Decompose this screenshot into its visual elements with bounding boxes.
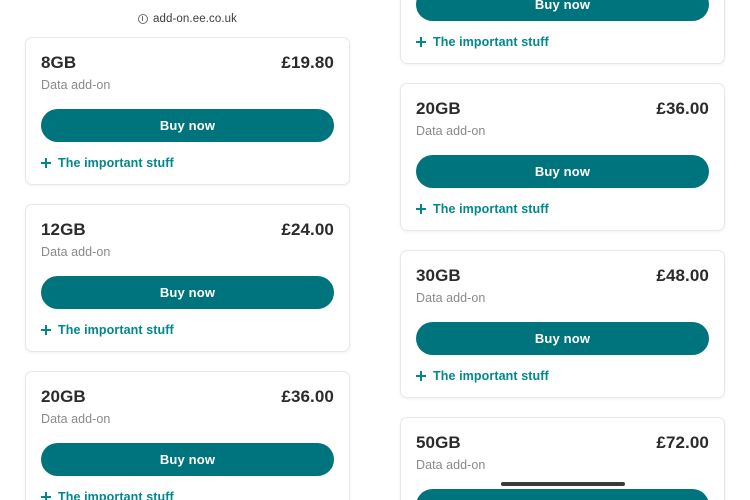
page-content-left: 8GB £19.80 Data add-on Buy now The impor… bbox=[0, 37, 375, 500]
buy-now-button[interactable]: Buy now bbox=[416, 489, 709, 500]
card-subtitle: Data add-on bbox=[41, 78, 111, 92]
buy-now-button[interactable]: Buy now bbox=[41, 109, 334, 142]
important-stuff-toggle[interactable]: The important stuff bbox=[41, 323, 334, 337]
important-stuff-label: The important stuff bbox=[433, 35, 549, 49]
addon-card-partial[interactable]: Data add-on Buy now The important stuff bbox=[400, 0, 725, 64]
plus-icon bbox=[41, 492, 51, 500]
important-stuff-label: The important stuff bbox=[433, 202, 549, 216]
addon-card[interactable]: 20GB £36.00 Data add-on Buy now The impo… bbox=[25, 371, 350, 500]
important-stuff-toggle[interactable]: The important stuff bbox=[416, 35, 709, 49]
card-subtitle: Data add-on bbox=[416, 458, 486, 472]
addon-card[interactable]: 8GB £19.80 Data add-on Buy now The impor… bbox=[25, 37, 350, 185]
home-indicator bbox=[500, 481, 625, 486]
browser-viewport-right: Data add-on Buy now The important stuff … bbox=[375, 0, 750, 500]
plus-icon bbox=[416, 37, 426, 47]
plus-icon bbox=[41, 158, 51, 168]
buy-now-button[interactable]: Buy now bbox=[416, 322, 709, 355]
browser-viewport-left: add-on.ee.co.uk 8GB £19.80 Data add-on B… bbox=[0, 0, 375, 500]
card-subtitle: Data add-on bbox=[41, 245, 111, 259]
buy-now-button[interactable]: Buy now bbox=[416, 0, 709, 21]
important-stuff-label: The important stuff bbox=[58, 156, 174, 170]
url-text: add-on.ee.co.uk bbox=[153, 12, 237, 25]
card-header: 12GB £24.00 bbox=[41, 220, 334, 240]
plus-icon bbox=[416, 204, 426, 214]
addon-card[interactable]: 20GB £36.00 Data add-on Buy now The impo… bbox=[400, 83, 725, 231]
card-data-size: 30GB bbox=[416, 266, 461, 285]
card-data-size: 20GB bbox=[416, 99, 461, 118]
card-data-size: 50GB bbox=[416, 433, 461, 452]
addon-card[interactable]: 30GB £48.00 Data add-on Buy now The impo… bbox=[400, 250, 725, 398]
screenshot-root: add-on.ee.co.uk 8GB £19.80 Data add-on B… bbox=[0, 0, 750, 500]
page-content-right: Data add-on Buy now The important stuff … bbox=[375, 0, 750, 500]
card-price: £36.00 bbox=[281, 387, 334, 406]
important-stuff-toggle[interactable]: The important stuff bbox=[416, 202, 709, 216]
info-circle-icon bbox=[138, 13, 148, 24]
card-price: £19.80 bbox=[281, 53, 334, 72]
important-stuff-toggle[interactable]: The important stuff bbox=[41, 490, 334, 500]
important-stuff-label: The important stuff bbox=[58, 490, 174, 500]
card-header: 50GB £72.00 bbox=[416, 433, 709, 453]
important-stuff-toggle[interactable]: The important stuff bbox=[41, 156, 334, 170]
buy-now-button[interactable]: Buy now bbox=[41, 443, 334, 476]
card-price: £36.00 bbox=[656, 99, 709, 118]
card-subtitle: Data add-on bbox=[416, 291, 486, 305]
browser-url-bar[interactable]: add-on.ee.co.uk bbox=[0, 0, 375, 37]
card-header: 30GB £48.00 bbox=[416, 266, 709, 286]
card-price: £48.00 bbox=[656, 266, 709, 285]
card-subtitle: Data add-on bbox=[416, 124, 486, 138]
card-price: £24.00 bbox=[281, 220, 334, 239]
important-stuff-toggle[interactable]: The important stuff bbox=[416, 369, 709, 383]
plus-icon bbox=[41, 325, 51, 335]
card-subtitle: Data add-on bbox=[41, 412, 111, 426]
card-header: 8GB £19.80 bbox=[41, 53, 334, 73]
addon-card[interactable]: 50GB £72.00 Data add-on Buy now The impo… bbox=[400, 417, 725, 500]
addon-card[interactable]: 12GB £24.00 Data add-on Buy now The impo… bbox=[25, 204, 350, 352]
card-data-size: 8GB bbox=[41, 53, 77, 72]
card-header: 20GB £36.00 bbox=[41, 387, 334, 407]
card-price: £72.00 bbox=[656, 433, 709, 452]
plus-icon bbox=[416, 371, 426, 381]
card-header: 20GB £36.00 bbox=[416, 99, 709, 119]
buy-now-button[interactable]: Buy now bbox=[41, 276, 334, 309]
important-stuff-label: The important stuff bbox=[433, 369, 549, 383]
buy-now-button[interactable]: Buy now bbox=[416, 155, 709, 188]
card-data-size: 12GB bbox=[41, 220, 86, 239]
important-stuff-label: The important stuff bbox=[58, 323, 174, 337]
card-data-size: 20GB bbox=[41, 387, 86, 406]
